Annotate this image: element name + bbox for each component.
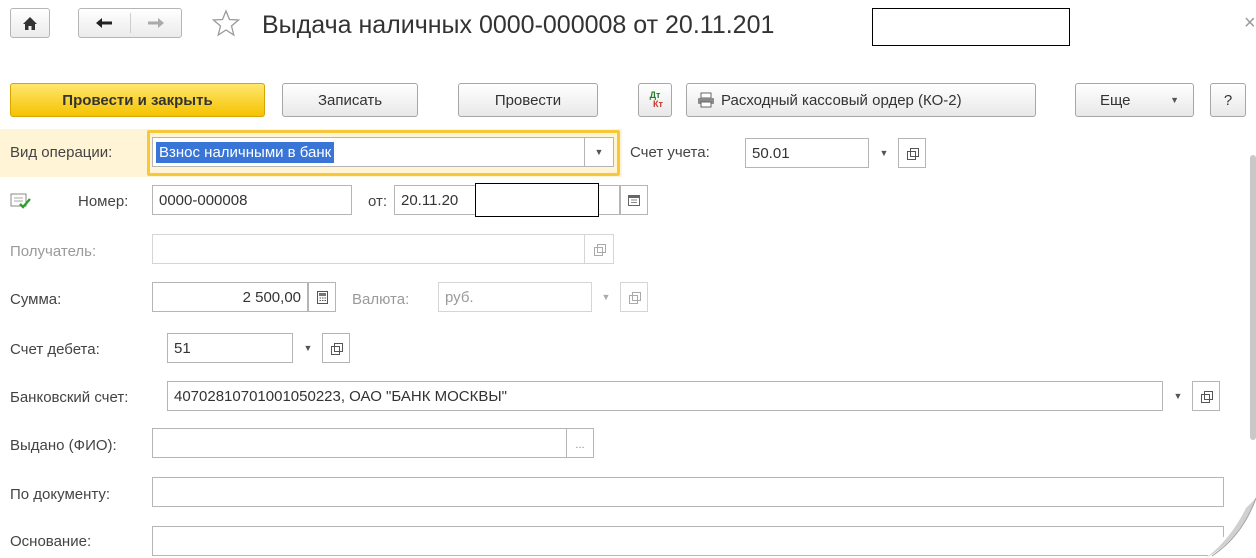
number-label: Номер: bbox=[78, 193, 129, 210]
more-label: Еще bbox=[1100, 91, 1131, 109]
print-order-label: Расходный кассовый ордер (КО-2) bbox=[721, 91, 962, 109]
kt-label: Кт bbox=[653, 99, 663, 109]
home-button[interactable] bbox=[10, 8, 50, 38]
debit-account-dropdown-button[interactable]: ▼ bbox=[294, 333, 322, 363]
debit-account-open-button[interactable] bbox=[322, 333, 350, 363]
bank-account-open-button[interactable] bbox=[1192, 381, 1220, 411]
operation-type-dropdown-button[interactable]: ▼ bbox=[584, 137, 614, 167]
save-button[interactable]: Записать bbox=[282, 83, 418, 117]
basis-label: Основание: bbox=[10, 533, 92, 550]
account-label: Счет учета: bbox=[630, 144, 710, 161]
chevron-down-icon: ▼ bbox=[879, 148, 889, 158]
sum-field[interactable]: 2 500,00 bbox=[152, 282, 308, 312]
home-icon bbox=[23, 16, 37, 30]
currency-field[interactable]: руб. bbox=[438, 282, 592, 312]
issued-to-select-button[interactable]: ... bbox=[566, 428, 594, 458]
help-button[interactable]: ? bbox=[1210, 83, 1246, 117]
currency-label: Валюта: bbox=[352, 291, 410, 308]
calendar-button[interactable] bbox=[620, 185, 648, 215]
dt-kt-button[interactable]: Дт Кт bbox=[638, 83, 672, 117]
post-button[interactable]: Провести bbox=[458, 83, 598, 117]
open-icon bbox=[593, 243, 606, 256]
operation-type-value: Взнос наличными в банк bbox=[156, 141, 335, 163]
scrollbar[interactable] bbox=[1250, 155, 1256, 440]
debit-account-label: Счет дебета: bbox=[10, 341, 100, 358]
by-document-field[interactable] bbox=[152, 477, 1224, 507]
operation-type-select[interactable]: Взнос наличными в банк bbox=[152, 137, 584, 167]
debit-account-field[interactable]: 51 bbox=[167, 333, 293, 363]
chevron-down-icon: ▼ bbox=[303, 343, 313, 353]
open-icon bbox=[330, 342, 343, 355]
star-icon[interactable] bbox=[212, 9, 240, 37]
calendar-icon bbox=[628, 194, 640, 206]
operation-type-label: Вид операции: bbox=[10, 144, 113, 161]
chevron-down-icon: ▼ bbox=[1170, 95, 1179, 105]
open-icon bbox=[628, 291, 641, 304]
currency-open-button[interactable] bbox=[620, 282, 648, 312]
calculator-icon bbox=[316, 290, 328, 304]
open-icon bbox=[906, 147, 919, 160]
number-field[interactable]: 0000-000008 bbox=[152, 185, 352, 215]
basis-field[interactable] bbox=[152, 526, 1224, 556]
bank-account-label: Банковский счет: bbox=[10, 389, 129, 406]
date-label: от: bbox=[368, 193, 388, 210]
recipient-label: Получатель: bbox=[10, 243, 97, 260]
redacted-block bbox=[475, 183, 599, 217]
printer-icon bbox=[698, 92, 714, 108]
more-button[interactable]: Еще ▼ bbox=[1075, 83, 1194, 117]
posted-status-icon bbox=[10, 193, 31, 209]
page-curl-decoration bbox=[1206, 498, 1256, 558]
redacted-block bbox=[872, 8, 1070, 46]
currency-dropdown-button[interactable]: ▼ bbox=[592, 282, 620, 312]
bank-account-dropdown-button[interactable]: ▼ bbox=[1164, 381, 1192, 411]
by-document-label: По документу: bbox=[10, 486, 111, 503]
chevron-down-icon: ▼ bbox=[1173, 391, 1183, 401]
bank-account-field[interactable]: 40702810701001050223, ОАО "БАНК МОСКВЫ" bbox=[167, 381, 1163, 411]
calculator-button[interactable] bbox=[308, 282, 336, 312]
chevron-down-icon: ▼ bbox=[594, 147, 604, 157]
page-title: Выдача наличных 0000-000008 от 20.11.201 bbox=[262, 11, 775, 39]
open-icon bbox=[1200, 390, 1213, 403]
arrow-left-icon bbox=[96, 18, 113, 28]
back-button[interactable] bbox=[79, 9, 130, 37]
arrow-right-icon bbox=[147, 18, 164, 28]
close-button[interactable]: × bbox=[1244, 12, 1256, 35]
forward-button[interactable] bbox=[131, 9, 182, 37]
issued-to-label: Выдано (ФИО): bbox=[10, 437, 117, 454]
account-open-button[interactable] bbox=[898, 138, 926, 168]
account-dropdown-button[interactable]: ▼ bbox=[870, 138, 898, 168]
recipient-field[interactable] bbox=[152, 234, 584, 264]
recipient-open-button[interactable] bbox=[584, 234, 614, 264]
issued-to-field[interactable] bbox=[152, 428, 566, 458]
print-order-button[interactable]: Расходный кассовый ордер (КО-2) bbox=[686, 83, 1036, 117]
chevron-down-icon: ▼ bbox=[601, 292, 611, 302]
post-and-close-button[interactable]: Провести и закрыть bbox=[10, 83, 265, 117]
nav-group bbox=[78, 8, 182, 38]
sum-label: Сумма: bbox=[10, 291, 62, 308]
account-field[interactable]: 50.01 bbox=[745, 138, 869, 168]
